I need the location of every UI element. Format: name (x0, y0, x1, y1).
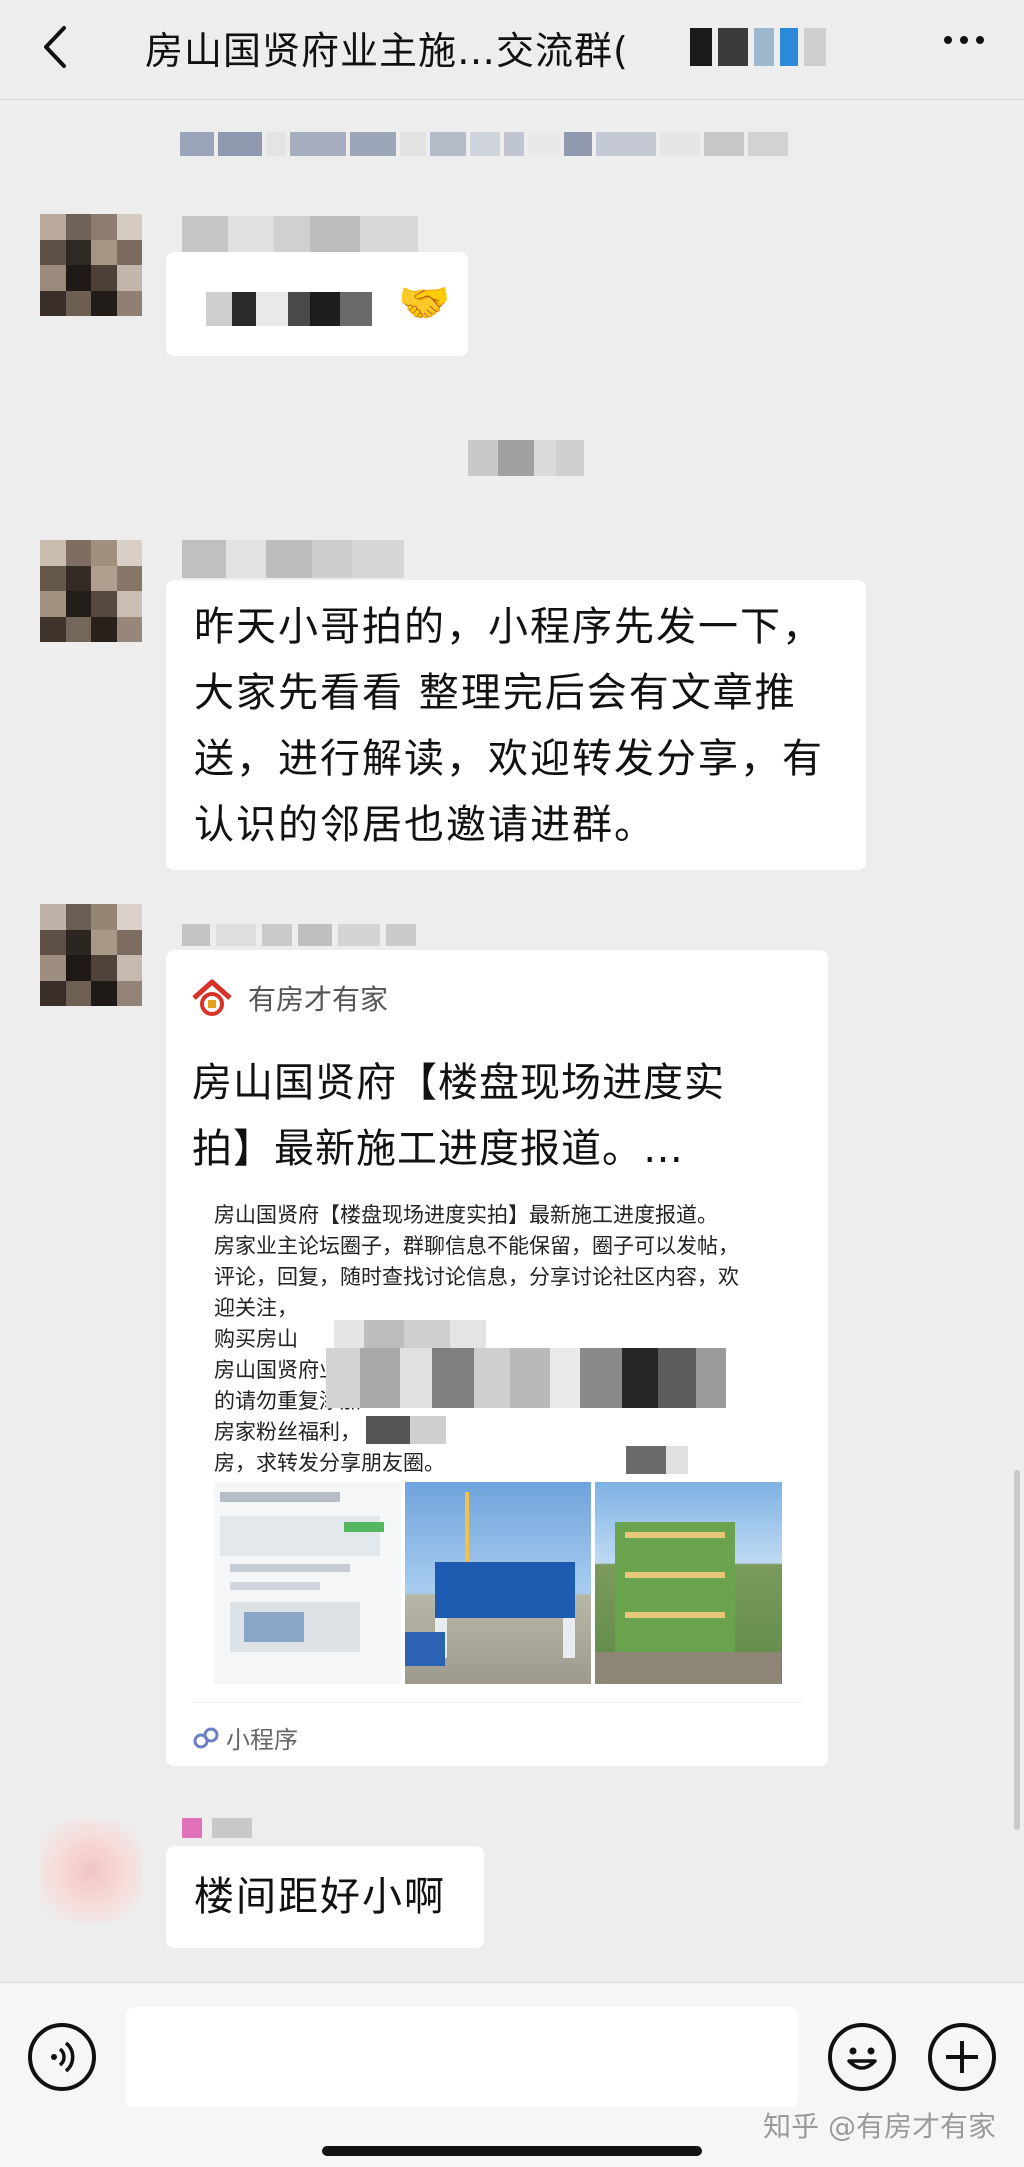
card-preview-text: 房山国贤府【楼盘现场进度实拍】最新施工进度报道。 房家业主论坛圈子，群聊信息不能… (214, 1200, 784, 1479)
card-footer: 小程序 (192, 1720, 298, 1755)
message-line: 送，进行解读，欢迎转发分享，有 (194, 736, 824, 782)
redacted-card-text (626, 1446, 688, 1474)
mini-program-card[interactable]: 有房才有家 房山国贤府【楼盘现场进度实 拍】最新施工进度报道。… 房山国贤府【楼… (166, 950, 828, 1766)
scrollbar[interactable] (1014, 1470, 1020, 1830)
card-body-line: 房家粉丝福利， (214, 1420, 361, 1444)
card-body-line: 评论，回复，随时查找讨论信息，分享讨论社区内容，欢 (214, 1265, 739, 1289)
card-body-line: 房家业主论坛圈子，群聊信息不能保留，圈子可以发帖， (214, 1234, 739, 1258)
house-logo-icon (192, 979, 232, 1016)
redacted-member-count (690, 28, 826, 66)
card-body-line: 房山国贤府【楼盘现场进度实拍】最新施工进度报道。 (214, 1203, 718, 1227)
plus-button[interactable] (928, 2023, 996, 2091)
message-input[interactable] (126, 2007, 798, 2107)
message-line: 昨天小哥拍的，小程序先发一下， (194, 604, 824, 650)
avatar[interactable] (40, 904, 142, 1006)
home-indicator[interactable] (322, 2146, 702, 2156)
card-title-line: 房山国贤府【楼盘现场进度实 (192, 1060, 725, 1106)
avatar[interactable] (40, 1820, 142, 1922)
avatar[interactable] (40, 214, 142, 316)
emoji-icon (847, 2047, 877, 2070)
mini-program-label: 小程序 (226, 1726, 298, 1754)
redacted-timestamp (468, 440, 584, 476)
watermark: 知乎 @有房才有家 (763, 2110, 996, 2143)
redacted-system-notice (180, 132, 788, 156)
more-dots-icon (944, 36, 952, 44)
input-bar: 知乎 @有房才有家 (0, 1982, 1024, 2167)
construction-gate-photo (404, 1482, 592, 1684)
emoji-button[interactable] (828, 2023, 896, 2091)
card-body-line: 房，求转发分享朋友圈。 (214, 1451, 445, 1475)
chat-title: 房山国贤府业主施…交流群( (145, 29, 629, 73)
chat-header: 房山国贤府业主施…交流群( (0, 0, 1024, 100)
card-title-line: 拍】最新施工进度报道。… (192, 1126, 684, 1172)
back-button[interactable] (36, 22, 76, 72)
voice-icon (51, 2041, 75, 2073)
message-bubble[interactable]: 楼间距好小啊 (166, 1846, 484, 1948)
screenshot-thumbnail (214, 1482, 401, 1684)
chevron-left-icon (44, 26, 66, 68)
redacted-sender-name (182, 216, 418, 252)
more-button[interactable] (944, 36, 984, 44)
building-scaffold-photo (595, 1482, 783, 1684)
message-line: 认识的邻居也邀请进群。 (194, 802, 656, 848)
redacted-card-text (366, 1416, 446, 1444)
redacted-sender-name (182, 1818, 252, 1838)
card-source-name: 有房才有家 (248, 983, 389, 1016)
redacted-sender-name (182, 924, 416, 946)
redacted-card-text (326, 1348, 726, 1408)
handshake-emoji: 🤝 (398, 278, 451, 327)
message-bubble[interactable]: 昨天小哥拍的，小程序先发一下， 大家先看看 整理完后会有文章推 送，进行解读，欢… (166, 580, 866, 870)
voice-button[interactable] (28, 2023, 96, 2091)
redacted-message-text (206, 292, 372, 326)
message-line: 大家先看看 整理完后会有文章推 (194, 670, 797, 716)
redacted-sender-name (182, 540, 404, 578)
card-divider (192, 1702, 802, 1703)
card-image-strip (214, 1482, 783, 1684)
redacted-card-text (334, 1320, 486, 1348)
mini-program-icon (193, 1727, 219, 1748)
card-title: 房山国贤府【楼盘现场进度实 拍】最新施工进度报道。… (192, 1050, 802, 1182)
card-source: 有房才有家 (190, 978, 388, 1018)
card-body-line: 迎关注， (214, 1296, 298, 1320)
message-text: 楼间距好小啊 (194, 1874, 446, 1920)
avatar[interactable] (40, 540, 142, 642)
plus-icon (946, 2041, 978, 2073)
message-bubble[interactable]: 🤝 (166, 252, 468, 356)
